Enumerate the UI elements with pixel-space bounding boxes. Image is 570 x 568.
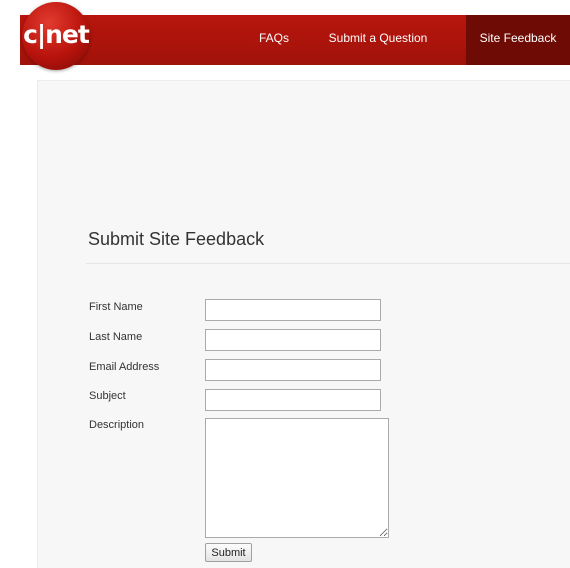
last-name-field[interactable] — [205, 329, 381, 351]
main-content: Submit Site Feedback First Name Last Nam… — [37, 80, 570, 568]
subject-field[interactable] — [205, 389, 381, 411]
subject-label: Subject — [89, 390, 126, 402]
nav-site-feedback[interactable]: Site Feedback — [466, 15, 570, 65]
nav-submit-question[interactable]: Submit a Question — [308, 15, 448, 65]
submit-button[interactable]: Submit — [205, 543, 252, 562]
description-label: Description — [89, 419, 145, 431]
cnet-logo[interactable]: c|net — [22, 2, 90, 70]
description-textarea[interactable] — [205, 418, 389, 538]
nav-faqs[interactable]: FAQs — [250, 15, 298, 65]
top-navbar: c|net FAQs Submit a Question Site Feedba… — [0, 0, 570, 70]
last-name-label: Last Name — [89, 331, 143, 343]
email-field[interactable] — [205, 359, 381, 381]
first-name-field[interactable] — [205, 299, 381, 321]
email-address-label: Email Address — [89, 361, 160, 373]
page-title: Submit Site Feedback — [88, 229, 265, 249]
first-name-label: First Name — [89, 301, 143, 313]
logo-text: c|net — [23, 19, 90, 49]
title-divider — [86, 263, 570, 264]
